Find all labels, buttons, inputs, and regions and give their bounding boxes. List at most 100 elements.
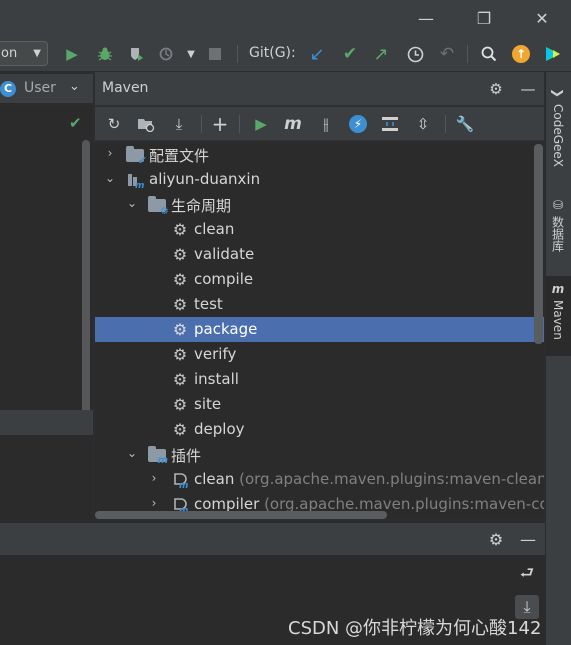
bottom-panel-header: ⚙ —	[0, 522, 545, 555]
generate-sources-folder-icon[interactable]	[134, 112, 158, 136]
hide-panel-minus-icon[interactable]: —	[516, 77, 540, 101]
maven-project-icon: m	[126, 171, 144, 191]
add-plus-icon[interactable]: +	[208, 112, 232, 136]
svg-text:m: m	[135, 181, 144, 189]
tree-item-label: clean	[194, 470, 235, 488]
tree-item-label: verify	[194, 345, 237, 363]
git-label: Git(G):	[249, 45, 296, 61]
tree-item-goal-validate[interactable]: ⚙ validate	[95, 242, 544, 267]
tree-item-detail: (org.apache.maven.plugins:maven-clean-p	[234, 470, 544, 488]
folder-gear-icon: ⚙	[148, 196, 169, 217]
toolbar-separator	[467, 45, 468, 63]
left-panel-body	[0, 105, 93, 410]
stop-icon[interactable]	[204, 43, 226, 65]
git-update-arrow-icon[interactable]: ↙	[306, 43, 328, 65]
close-window-button[interactable]: ✕	[528, 6, 556, 30]
maven-tab-label: Maven	[551, 300, 565, 340]
more-run-options-chevron-icon[interactable]: ▼	[180, 43, 202, 65]
maven-toolbar: ↻ ⤓ + ▶ m ⫲ ⚡ ⇳ 🔧	[95, 107, 544, 141]
gear-icon: ⚙	[172, 345, 188, 364]
execute-maven-goal-icon[interactable]: m	[281, 112, 305, 136]
git-push-arrow-icon[interactable]: ↗	[370, 43, 392, 65]
git-commit-check-icon[interactable]: ✔	[339, 43, 361, 65]
minimize-button[interactable]: —	[412, 6, 440, 30]
folder-plugin-icon: m	[148, 446, 168, 466]
chevron-down-icon[interactable]: ⌄	[125, 446, 139, 460]
run-configuration-dropdown[interactable]: on ▼	[0, 41, 48, 66]
tree-item-label: 配置文件	[149, 147, 210, 165]
skip-tests-icon[interactable]: ⚡	[346, 112, 370, 136]
database-icon: ⛁	[552, 198, 564, 212]
download-sources-icon[interactable]: ⤓	[167, 112, 191, 136]
run-icon[interactable]: ▶	[61, 43, 83, 65]
tree-horizontal-scrollbar[interactable]	[95, 511, 387, 519]
tree-vertical-scrollbar[interactable]	[534, 144, 543, 344]
debug-bug-icon[interactable]	[94, 43, 116, 65]
tree-item-goal-compile[interactable]: ⚙ compile	[95, 267, 544, 292]
search-icon[interactable]	[478, 43, 500, 65]
tree-item-profiles[interactable]: › ✔ 配置文件	[95, 142, 544, 167]
codegeex-tool-tab[interactable]: ❯ CodeGeeX	[545, 86, 571, 186]
tree-item-goal-clean[interactable]: ⚙ clean	[95, 217, 544, 242]
tree-item-label: 插件	[171, 447, 202, 465]
main-toolbar: on ▼ ▶ ▼ Git(G): ↙ ✔ ↗ ↶ ↑	[0, 36, 571, 72]
gear-icon: ⚙	[172, 370, 188, 389]
left-lower-header	[0, 410, 93, 435]
update-upload-icon[interactable]: ↑	[510, 43, 532, 65]
tree-item-goal-verify[interactable]: ⚙ verify	[95, 342, 544, 367]
toolbar-separator	[237, 45, 238, 63]
left-editor-tab[interactable]: C User ⌄	[0, 74, 93, 104]
folder-check-icon: ✔	[126, 146, 147, 167]
toolbar-separator	[239, 115, 240, 133]
profiler-icon[interactable]	[157, 43, 179, 65]
history-clock-icon[interactable]	[404, 43, 426, 65]
restore-button[interactable]: ❐	[470, 6, 498, 30]
coverage-shield-icon[interactable]	[125, 43, 147, 65]
maven-tool-tab[interactable]: m Maven	[545, 276, 571, 356]
left-scrollbar[interactable]	[82, 140, 90, 430]
chevron-right-icon[interactable]: ›	[147, 496, 161, 510]
chevron-down-icon[interactable]: ⌄	[69, 79, 80, 94]
tree-item-goal-deploy[interactable]: ⚙ deploy	[95, 417, 544, 442]
tree-item-goal-package[interactable]: ⚙ package	[95, 317, 544, 342]
tree-item-goal-test[interactable]: ⚙ test	[95, 292, 544, 317]
gear-icon: ⚙	[172, 270, 188, 289]
chevron-down-icon[interactable]: ⌄	[125, 196, 139, 210]
codegeex-tab-label: CodeGeeX	[551, 104, 565, 168]
tree-item-project[interactable]: ⌄ m aliyun-duanxin	[95, 167, 544, 192]
database-tool-tab[interactable]: ⛁ 数据库	[545, 198, 571, 266]
hide-panel-minus-icon[interactable]: —	[516, 527, 540, 551]
reload-icon[interactable]: ↻	[102, 112, 126, 136]
toggle-offline-mode-icon[interactable]: ⫲	[314, 112, 338, 136]
rollback-icon[interactable]: ↶	[436, 43, 458, 65]
close-icon: ✕	[535, 8, 549, 28]
show-dependencies-icon[interactable]	[378, 112, 402, 136]
inspection-ok-check-icon[interactable]: ✔	[69, 114, 82, 132]
tree-item-plugins[interactable]: ⌄ m 插件	[95, 442, 544, 467]
maven-settings-wrench-icon[interactable]: 🔧	[453, 112, 477, 136]
collapse-all-icon[interactable]: ⇳	[411, 112, 435, 136]
toolbox-logo-icon[interactable]	[542, 43, 564, 65]
chevron-down-icon[interactable]: ⌄	[103, 171, 117, 185]
svg-text:m: m	[179, 481, 188, 489]
maven-tree: › ✔ 配置文件 ⌄ m aliyun-duanxin ⌄ ⚙ 生命周期 ⚙ c…	[95, 142, 544, 519]
toolbar-separator	[445, 115, 446, 133]
tree-item-goal-site[interactable]: ⚙ site	[95, 392, 544, 417]
title-bar: — ❐ ✕	[0, 0, 571, 36]
tree-item-plugin-clean[interactable]: › m clean (org.apache.maven.plugins:mave…	[95, 467, 544, 492]
settings-gear-icon[interactable]: ⚙	[484, 527, 508, 551]
tree-item-goal-install[interactable]: ⚙ install	[95, 367, 544, 392]
chevron-right-icon[interactable]: ›	[147, 471, 161, 485]
minimize-icon: —	[418, 8, 434, 28]
tree-item-label: deploy	[194, 420, 245, 438]
run-maven-build-icon[interactable]: ▶	[249, 112, 273, 136]
settings-gear-icon[interactable]: ⚙	[484, 77, 508, 101]
gear-icon: ⚙	[172, 320, 188, 339]
chevron-right-icon[interactable]: ›	[103, 146, 117, 160]
soft-wrap-icon[interactable]: ⮐	[515, 563, 539, 587]
tree-item-label: 生命周期	[171, 197, 232, 215]
tree-item-label: aliyun-duanxin	[149, 170, 261, 188]
tree-item-label: clean	[194, 220, 235, 238]
tree-item-lifecycle[interactable]: ⌄ ⚙ 生命周期	[95, 192, 544, 217]
maven-panel-title: Maven	[102, 80, 149, 96]
